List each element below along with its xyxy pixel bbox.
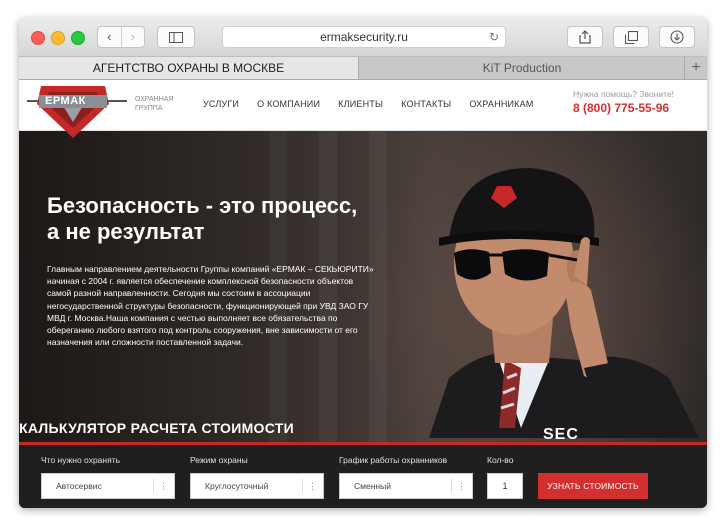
menu-item-guards[interactable]: ОХРАННИКАМ xyxy=(469,99,533,109)
add-tab-icon[interactable]: + xyxy=(684,57,707,79)
phone-link[interactable]: 8 (800) 775-55-96 xyxy=(573,101,669,115)
share-button[interactable] xyxy=(567,26,603,48)
nav-buttons: ‹ › xyxy=(97,26,145,48)
hero-title-line-2: а не результат xyxy=(47,219,205,244)
minimize-window-button[interactable] xyxy=(51,31,65,45)
share-icon xyxy=(579,30,591,44)
calculator-panel: Что нужно охранять Автосервис ⋮ Режим ох… xyxy=(19,442,707,508)
forward-icon[interactable]: › xyxy=(120,27,145,47)
reload-icon[interactable]: ↻ xyxy=(489,27,499,47)
logo-subtitle: ОХРАННАЯ ГРУППА xyxy=(135,96,174,112)
site-header: ЕРМАК ОХРАННАЯ ГРУППА УСЛУГИ О КОМПАНИИ … xyxy=(19,80,707,138)
web-page: ЕРМАК ОХРАННАЯ ГРУППА УСЛУГИ О КОМПАНИИ … xyxy=(19,80,707,508)
tab-kit-production[interactable]: KiT Production xyxy=(360,57,684,79)
tab-agency[interactable]: АГЕНТСТВО ОХРАНЫ В МОСКВЕ xyxy=(19,57,359,79)
calculator-title: КАЛЬКУЛЯТОР РАСЧЕТА СТОИМОСТИ xyxy=(19,420,295,436)
address-text: ermaksecurity.ru xyxy=(320,30,408,44)
guard-mode-label: Режим охраны xyxy=(190,455,248,465)
address-bar[interactable]: ermaksecurity.ru ↻ xyxy=(222,26,506,48)
calculate-price-button[interactable]: УЗНАТЬ СТОИМОСТЬ xyxy=(538,473,648,499)
guard-mode-value: Круглосуточный xyxy=(205,481,269,491)
object-type-value: Автосервис xyxy=(56,481,102,491)
downloads-button[interactable] xyxy=(659,26,695,48)
hero-title-line-1: Безопасность - это процесс, xyxy=(47,193,358,218)
show-tabs-button[interactable] xyxy=(613,26,649,48)
chevron-down-icon: ⋮ xyxy=(308,481,317,491)
menu-item-about[interactable]: О КОМПАНИИ xyxy=(257,99,320,109)
hero-title: Безопасность - это процесс, а не результ… xyxy=(47,193,427,245)
chevron-down-icon: ⋮ xyxy=(457,481,466,491)
quantity-label: Кол-во xyxy=(487,455,514,465)
tabs-icon xyxy=(624,30,638,44)
hero-description: Главным направлением деятельности Группы… xyxy=(47,264,374,348)
security-guard-image xyxy=(429,168,699,438)
help-text: Нужна помощь? Звоните! xyxy=(573,89,674,99)
main-menu: УСЛУГИ О КОМПАНИИ КЛИЕНТЫ КОНТАКТЫ ОХРАН… xyxy=(203,99,552,109)
browser-toolbar: ‹ › ermaksecurity.ru ↻ xyxy=(19,18,707,57)
menu-item-services[interactable]: УСЛУГИ xyxy=(203,99,239,109)
quantity-input[interactable]: 1 xyxy=(487,473,523,499)
download-icon xyxy=(670,30,684,44)
object-type-select[interactable]: Автосервис ⋮ xyxy=(41,473,175,499)
menu-item-clients[interactable]: КЛИЕНТЫ xyxy=(338,99,383,109)
back-icon[interactable]: ‹ xyxy=(98,27,121,47)
zoom-window-button[interactable] xyxy=(71,31,85,45)
object-type-label: Что нужно охранять xyxy=(41,455,121,465)
sidebar-button[interactable] xyxy=(157,26,195,48)
logo-text: ЕРМАК xyxy=(45,95,86,107)
chevron-down-icon: ⋮ xyxy=(159,481,168,491)
close-window-button[interactable] xyxy=(31,31,45,45)
tab-bar: АГЕНТСТВО ОХРАНЫ В МОСКВЕ KiT Production… xyxy=(19,57,707,80)
browser-window: ‹ › ermaksecurity.ru ↻ АГЕНТСТВО ОХРАНЫ … xyxy=(19,18,707,508)
ermak-logo[interactable] xyxy=(27,82,127,140)
menu-item-contacts[interactable]: КОНТАКТЫ xyxy=(401,99,451,109)
schedule-value: Сменный xyxy=(354,481,391,491)
schedule-label: График работы охранников xyxy=(339,455,448,465)
schedule-select[interactable]: Сменный ⋮ xyxy=(339,473,473,499)
guard-mode-select[interactable]: Круглосуточный ⋮ xyxy=(190,473,324,499)
sidebar-icon xyxy=(169,31,183,43)
